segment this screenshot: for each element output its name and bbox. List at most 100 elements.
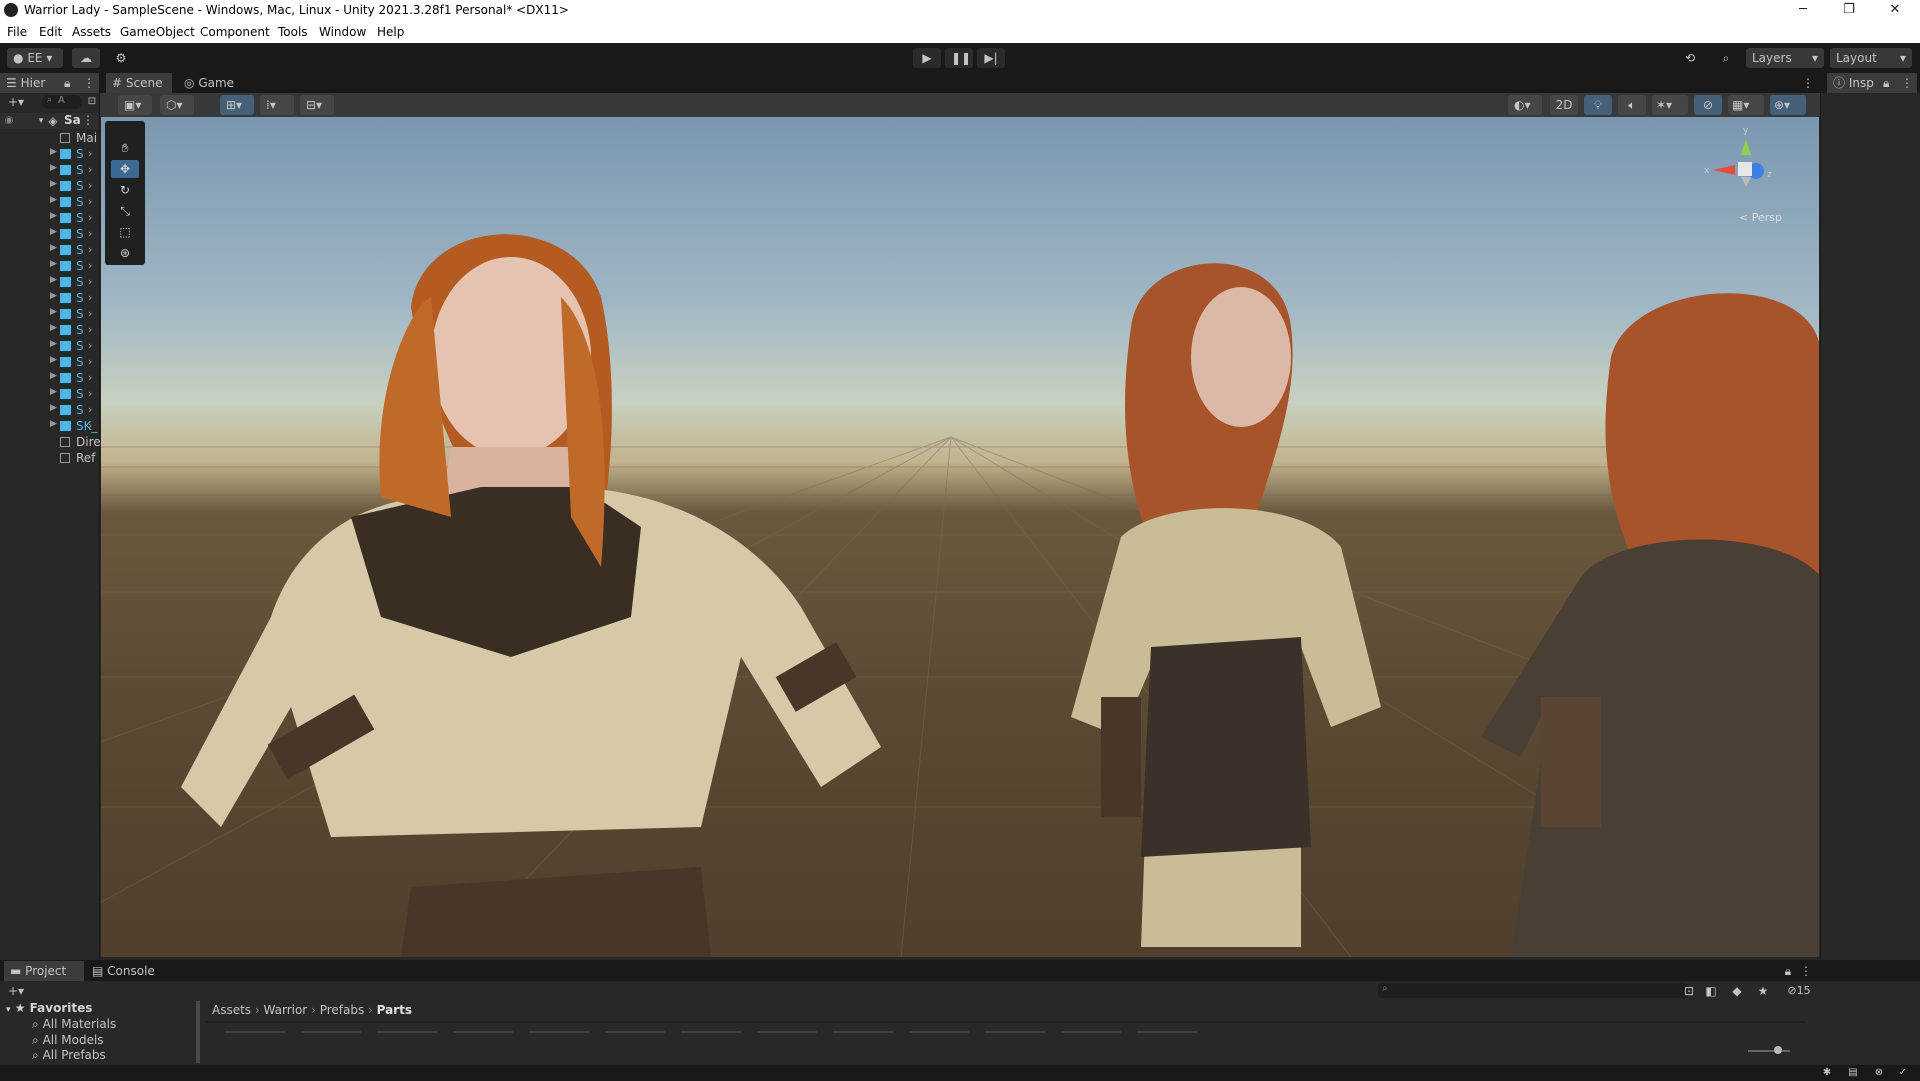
- minimize-button[interactable]: ─: [1780, 0, 1826, 22]
- effects-dropdown[interactable]: ✶▾: [1652, 95, 1688, 115]
- hierarchy-item[interactable]: ▶ › S: [0, 162, 99, 178]
- cloud-button[interactable]: ☁: [72, 48, 100, 68]
- chevron-right-icon[interactable]: ›: [88, 323, 92, 336]
- asset-thumbnail[interactable]: [681, 1031, 741, 1033]
- tab-project[interactable]: ▬ Project: [4, 961, 84, 981]
- bug-icon[interactable]: ✱: [1820, 1065, 1834, 1081]
- more-icon[interactable]: ⋮: [1802, 75, 1814, 91]
- step-button[interactable]: ▶|: [977, 48, 1005, 68]
- expand-arrow-icon[interactable]: ▶: [50, 355, 57, 365]
- chevron-right-icon[interactable]: ›: [88, 387, 92, 400]
- draw-mode-dropdown[interactable]: ▣▾: [118, 95, 152, 115]
- layout-dropdown[interactable]: Layout ▾: [1830, 48, 1912, 68]
- pause-button[interactable]: ❚❚: [945, 48, 973, 68]
- maximize-button[interactable]: ❐: [1826, 0, 1872, 22]
- expand-arrow-icon[interactable]: ▶: [50, 307, 57, 317]
- more-icon[interactable]: ⋮: [1901, 73, 1913, 93]
- hierarchy-item[interactable]: ▶ › S: [0, 210, 99, 226]
- more-icon[interactable]: ⋮: [83, 73, 95, 93]
- asset-thumbnail[interactable]: [1061, 1031, 1121, 1033]
- menu-tools[interactable]: Tools: [278, 25, 308, 39]
- play-button[interactable]: ▶: [913, 48, 941, 68]
- tab-console[interactable]: ▤ Console: [86, 961, 166, 981]
- expand-arrow-icon[interactable]: ▶: [50, 371, 57, 381]
- hierarchy-item[interactable]: ▶ › S: [0, 178, 99, 194]
- asset-thumbnail[interactable]: [1137, 1031, 1197, 1033]
- hierarchy-item[interactable]: ▶ › S: [0, 242, 99, 258]
- expand-arrow-icon[interactable]: ▶: [50, 195, 57, 205]
- hierarchy-item[interactable]: ▶ › S: [0, 354, 99, 370]
- hierarchy-item[interactable]: Ref: [0, 450, 99, 466]
- hierarchy-item[interactable]: ▶ › SK_: [0, 418, 99, 434]
- rotate-tool[interactable]: ↻: [111, 181, 139, 199]
- hierarchy-item[interactable]: ▶ › S: [0, 322, 99, 338]
- search-button[interactable]: ⌕: [1712, 48, 1740, 68]
- lock-icon[interactable]: 🔒︎: [1883, 73, 1889, 93]
- asset-thumbnail[interactable]: [909, 1031, 969, 1033]
- gizmos-dropdown[interactable]: ⊕▾: [1770, 95, 1806, 115]
- breadcrumb-prefabs[interactable]: Prefabs: [320, 1003, 365, 1017]
- chevron-right-icon[interactable]: ›: [88, 163, 92, 176]
- expand-arrow-icon[interactable]: ▾: [36, 113, 46, 129]
- hierarchy-item[interactable]: ▶ › S: [0, 274, 99, 290]
- tree-scrollbar[interactable]: [196, 1001, 200, 1063]
- expand-arrow-icon[interactable]: ▶: [50, 323, 57, 333]
- menu-file[interactable]: File: [7, 25, 27, 39]
- zoom-slider[interactable]: [1748, 1050, 1790, 1052]
- chevron-right-icon[interactable]: ›: [88, 371, 92, 384]
- hierarchy-item[interactable]: Dire: [0, 434, 101, 450]
- hierarchy-item[interactable]: ▶ › S: [0, 146, 99, 162]
- favorite-item-materials[interactable]: ⌕ All Materials: [32, 1017, 116, 1032]
- hierarchy-search-input[interactable]: ⌕ A: [42, 95, 82, 109]
- scene-viewport[interactable]: ✋︎ ✥ ↻ ⤡ ⬚ ⊛ y x z < Persp: [101, 117, 1819, 957]
- search-by-type-icon[interactable]: ⊡: [1682, 983, 1696, 999]
- chevron-right-icon[interactable]: ›: [88, 227, 92, 240]
- projection-label[interactable]: < Persp: [1739, 211, 1782, 224]
- asset-thumbnail[interactable]: [833, 1031, 893, 1033]
- align-dropdown[interactable]: ⊟▾: [300, 95, 334, 115]
- more-icon[interactable]: ⋮: [1800, 963, 1812, 979]
- hidden-objects-toggle[interactable]: ⊘: [1694, 95, 1722, 115]
- favorite-item-prefabs[interactable]: ⌕ All Prefabs: [32, 1048, 106, 1060]
- lock-icon[interactable]: 🔒︎: [64, 73, 70, 93]
- chevron-right-icon[interactable]: ›: [88, 211, 92, 224]
- menu-window[interactable]: Window: [319, 25, 366, 39]
- orientation-gizmo[interactable]: y x z: [1701, 125, 1791, 195]
- collab-button[interactable]: ⚙: [108, 48, 134, 68]
- asset-thumbnail[interactable]: [529, 1031, 589, 1033]
- hierarchy-item[interactable]: ▶ › S: [0, 338, 99, 354]
- chevron-right-icon[interactable]: ›: [88, 291, 92, 304]
- hierarchy-item[interactable]: ▶ › S: [0, 194, 99, 210]
- asset-thumbnail[interactable]: [605, 1031, 665, 1033]
- close-button[interactable]: ✕: [1872, 0, 1918, 22]
- shading-dropdown[interactable]: ◐▾: [1508, 95, 1542, 115]
- asset-thumbnail[interactable]: [301, 1031, 361, 1033]
- lock-icon[interactable]: 🔒︎: [1782, 963, 1794, 979]
- hierarchy-item[interactable]: ▶ › S: [0, 258, 99, 274]
- undo-history-button[interactable]: ⟲: [1676, 48, 1704, 68]
- asset-thumbnail[interactable]: [377, 1031, 437, 1033]
- hierarchy-item[interactable]: ▶ › S: [0, 306, 99, 322]
- expand-arrow-icon[interactable]: ▶: [50, 291, 57, 301]
- asset-thumbnail[interactable]: [225, 1031, 285, 1033]
- expand-arrow-icon[interactable]: ▶: [50, 147, 57, 157]
- asset-thumbnail[interactable]: [757, 1031, 817, 1033]
- tab-inspector[interactable]: ⓘ Insp 🔒︎ ⋮: [1827, 73, 1917, 93]
- toggle-2d-button[interactable]: 2D: [1550, 95, 1578, 115]
- scale-tool[interactable]: ⤡: [111, 202, 139, 220]
- lighting-toggle[interactable]: 💡︎: [1584, 95, 1612, 115]
- expand-arrow-icon[interactable]: ▶: [50, 387, 57, 397]
- hierarchy-item[interactable]: ▶ › S: [0, 290, 99, 306]
- tab-hierarchy[interactable]: ☰ Hier 🔒︎ ⋮: [0, 73, 99, 93]
- project-search-input[interactable]: ⌕: [1378, 983, 1688, 998]
- menu-help[interactable]: Help: [377, 25, 404, 39]
- chevron-right-icon[interactable]: ›: [88, 259, 92, 272]
- label-icon[interactable]: ◆: [1730, 983, 1744, 999]
- ok-icon[interactable]: ✓: [1896, 1065, 1910, 1081]
- add-icon[interactable]: +▾: [6, 94, 26, 110]
- expand-arrow-icon[interactable]: ▶: [50, 243, 57, 253]
- hierarchy-item[interactable]: ▶ › S: [0, 226, 99, 242]
- account-dropdown[interactable]: ● EE ▾: [7, 48, 63, 68]
- grid-snap-dropdown[interactable]: ⊞▾: [220, 95, 254, 115]
- tab-game[interactable]: ◎ Game: [178, 73, 244, 93]
